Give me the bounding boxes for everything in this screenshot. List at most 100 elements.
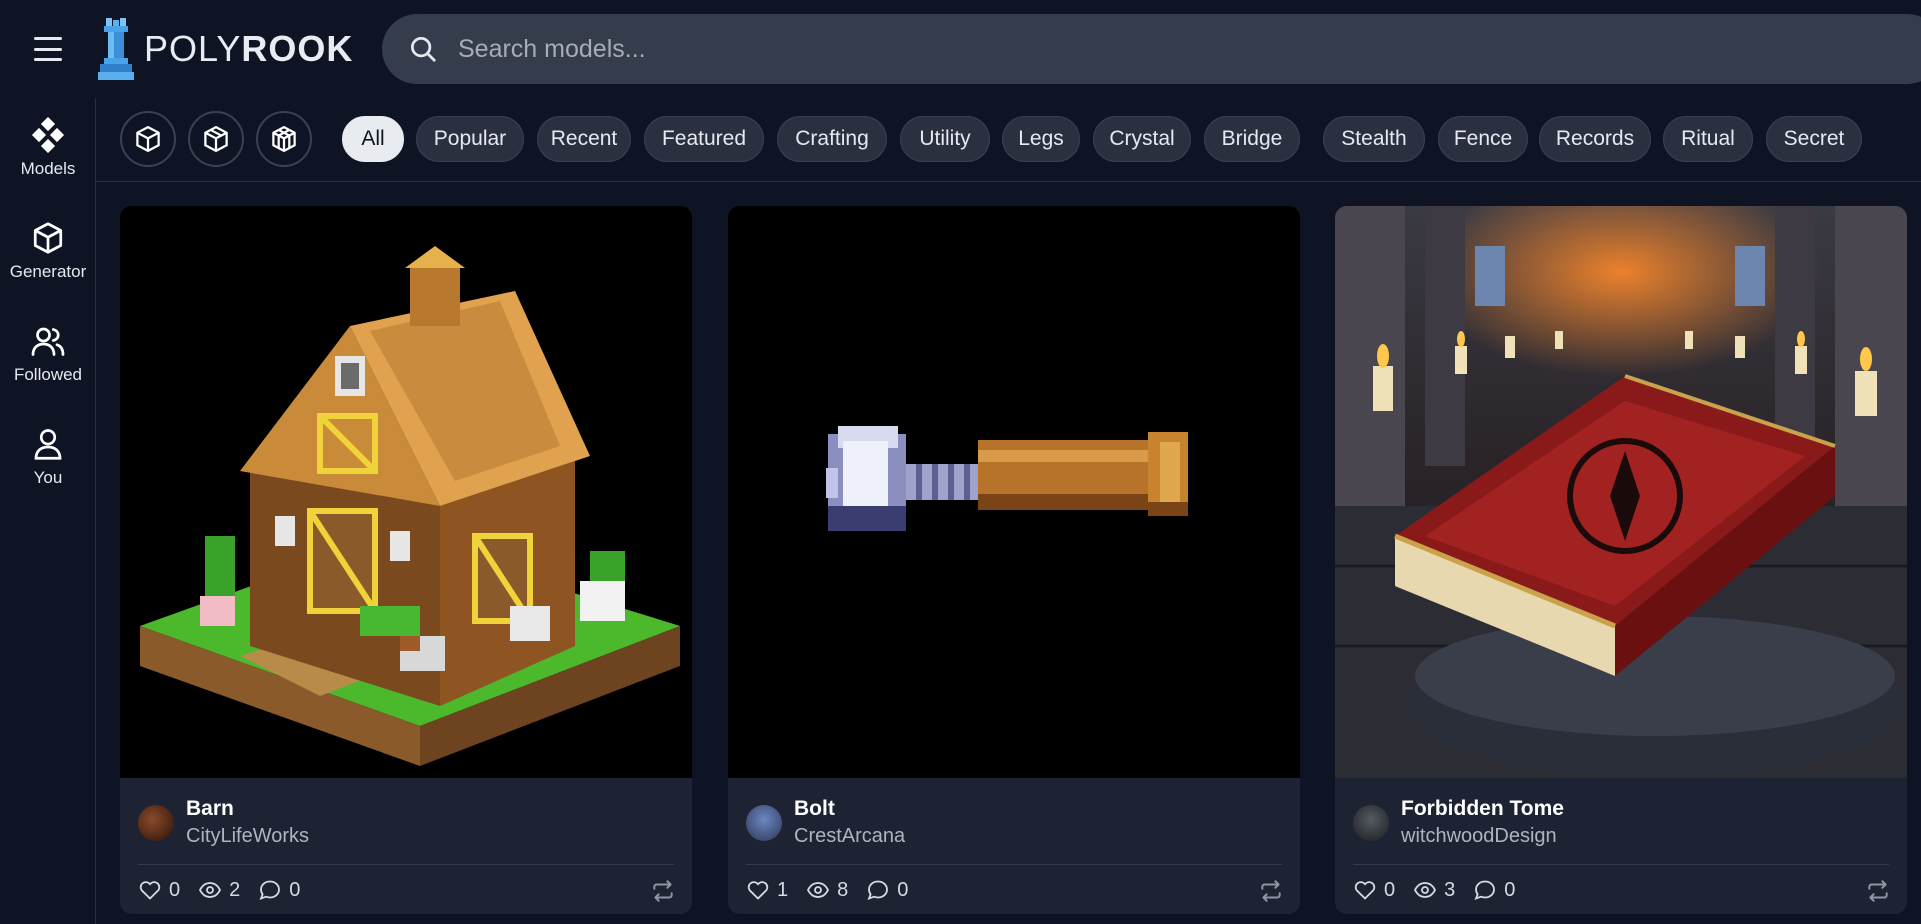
chip-featured[interactable]: Featured [644, 116, 764, 162]
search-bar[interactable] [382, 14, 1921, 84]
comment-icon [867, 880, 889, 901]
model-title[interactable]: Bolt [794, 797, 835, 821]
model-thumbnail-forbidden-tome[interactable] [1335, 206, 1907, 778]
comment-icon [259, 880, 281, 901]
chip-recent[interactable]: Recent [537, 116, 631, 162]
cube-split-icon [204, 126, 228, 152]
cube-outline-icon [136, 126, 160, 152]
view-count: 8 [837, 878, 849, 901]
eye-icon [199, 882, 222, 898]
view-cube-grid-button[interactable] [256, 111, 312, 167]
repost-icon[interactable] [1258, 878, 1284, 904]
model-author[interactable]: witchwoodDesign [1401, 825, 1557, 848]
chip-ritual[interactable]: Ritual [1663, 116, 1753, 162]
view-cube-outline-button[interactable] [120, 111, 176, 167]
view-count: 3 [1444, 878, 1456, 901]
chip-stealth[interactable]: Stealth [1323, 116, 1425, 162]
cube-grid-icon [272, 126, 296, 152]
bolt-image [728, 206, 1300, 778]
card-info: Bolt CrestArcana 1 8 0 [728, 778, 1300, 914]
divider [1353, 864, 1889, 865]
like-count: 0 [169, 878, 181, 901]
view-stat: 8 [806, 878, 848, 902]
chip-records[interactable]: Records [1539, 116, 1651, 162]
sidebar-item-models[interactable]: Models [0, 98, 96, 198]
heart-icon [1354, 881, 1376, 900]
comment-count: 0 [897, 878, 909, 901]
top-bar: POLYROOK [0, 0, 1921, 98]
card-info: Forbidden Tome witchwoodDesign 0 3 0 [1335, 778, 1907, 914]
divider [138, 864, 674, 865]
barn-image [120, 206, 692, 778]
chip-all[interactable]: All [342, 116, 404, 162]
avatar[interactable] [138, 805, 174, 841]
repost-icon[interactable] [650, 878, 676, 904]
hamburger-menu-icon[interactable] [28, 32, 68, 66]
user-icon [34, 429, 62, 460]
sidebar-item-generator[interactable]: Generator [0, 201, 96, 301]
chip-popular[interactable]: Popular [416, 116, 524, 162]
like-count: 0 [1384, 878, 1396, 901]
view-stat: 2 [198, 878, 240, 902]
model-title[interactable]: Forbidden Tome [1401, 797, 1564, 821]
models-icon [31, 117, 65, 153]
divider [746, 864, 1282, 865]
model-card[interactable]: Bolt CrestArcana 1 8 0 [728, 206, 1300, 914]
like-button[interactable]: 0 [138, 878, 180, 902]
logo-text-rook: ROOK [241, 28, 354, 69]
rook-logo-icon [98, 18, 134, 80]
model-card[interactable]: Forbidden Tome witchwoodDesign 0 3 0 [1335, 206, 1907, 914]
chip-secret[interactable]: Secret [1766, 116, 1862, 162]
model-thumbnail-bolt[interactable] [728, 206, 1300, 778]
chip-crafting[interactable]: Crafting [777, 116, 887, 162]
card-stats: 1 8 0 [746, 878, 908, 902]
eye-icon [1414, 882, 1437, 898]
logo-text-poly: POLY [144, 28, 242, 69]
chip-crystal[interactable]: Crystal [1093, 116, 1191, 162]
heart-icon [139, 881, 161, 900]
like-button[interactable]: 0 [1353, 878, 1395, 902]
repost-icon[interactable] [1865, 878, 1891, 904]
view-count: 2 [229, 878, 241, 901]
model-author[interactable]: CrestArcana [794, 825, 905, 848]
card-stats: 0 2 0 [138, 878, 300, 902]
chip-bridge[interactable]: Bridge [1204, 116, 1300, 162]
sidebar-item-you[interactable]: You [0, 407, 96, 507]
cube-icon [33, 222, 63, 254]
logo-text: POLYROOK [144, 28, 353, 70]
forbidden-tome-image [1335, 206, 1907, 778]
comment-button[interactable]: 0 [258, 878, 300, 902]
model-title[interactable]: Barn [186, 797, 234, 821]
sidebar-label-models: Models [20, 159, 76, 178]
heart-icon [747, 881, 769, 900]
eye-icon [807, 882, 830, 898]
comment-icon [1474, 880, 1496, 901]
comment-button[interactable]: 0 [866, 878, 908, 902]
view-cube-split-button[interactable] [188, 111, 244, 167]
chip-fence[interactable]: Fence [1438, 116, 1528, 162]
search-input[interactable] [458, 34, 1758, 64]
sidebar-label-followed: Followed [13, 365, 83, 384]
chip-legs[interactable]: Legs [1002, 116, 1080, 162]
sidebar-label-generator: Generator [9, 262, 87, 281]
comment-button[interactable]: 0 [1473, 878, 1515, 902]
model-card[interactable]: Barn CityLifeWorks 0 2 0 [120, 206, 692, 914]
search-icon [411, 37, 436, 62]
comment-count: 0 [289, 878, 301, 901]
card-info: Barn CityLifeWorks 0 2 0 [120, 778, 692, 914]
card-stats: 0 3 0 [1353, 878, 1515, 902]
comment-count: 0 [1504, 878, 1516, 901]
like-button[interactable]: 1 [746, 878, 788, 902]
model-thumbnail-barn[interactable] [120, 206, 692, 778]
like-count: 1 [777, 878, 789, 901]
sidebar-label-you: You [33, 468, 63, 487]
avatar[interactable] [746, 805, 782, 841]
users-icon [31, 327, 65, 356]
filter-bar: All Popular Recent Featured Crafting Uti… [96, 98, 1921, 182]
logo[interactable]: POLYROOK [96, 14, 353, 84]
model-author[interactable]: CityLifeWorks [186, 825, 309, 848]
avatar[interactable] [1353, 805, 1389, 841]
sidebar-item-followed[interactable]: Followed [0, 304, 96, 404]
view-stat: 3 [1413, 878, 1455, 902]
chip-utility[interactable]: Utility [900, 116, 990, 162]
